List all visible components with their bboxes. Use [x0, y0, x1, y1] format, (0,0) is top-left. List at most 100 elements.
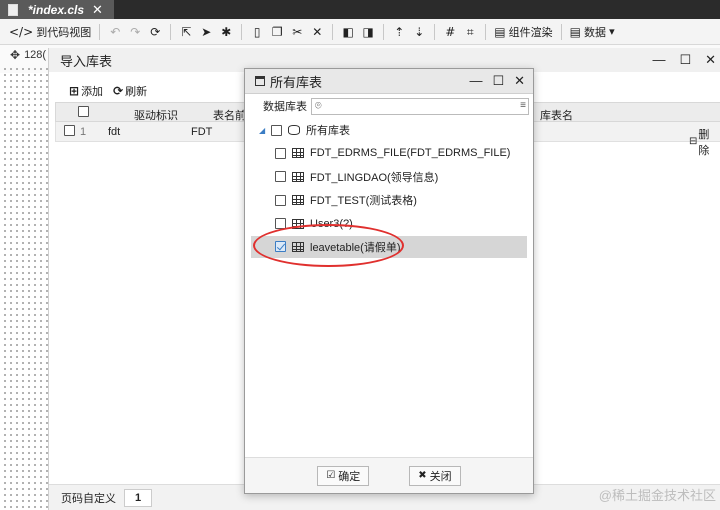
tree-item[interactable]: User3(?): [251, 213, 527, 235]
component-render-button[interactable]: ▤ 组件渲染: [491, 22, 555, 42]
select-all-checkbox[interactable]: [78, 106, 89, 117]
add-button[interactable]: ⊞ 添加: [69, 83, 103, 99]
code-icon: </>: [9, 24, 34, 39]
minimize-icon[interactable]: —: [652, 52, 665, 68]
position-readout: ✥ 128(: [10, 49, 46, 61]
grid-icon: #: [445, 24, 456, 39]
search-input[interactable]: [328, 98, 508, 114]
send-button[interactable]: ➤: [196, 22, 216, 42]
move-up-button[interactable]: ⇡: [389, 22, 409, 42]
copy-button[interactable]: ❐: [267, 22, 287, 42]
position-value: 128(: [24, 49, 47, 61]
tree-item[interactable]: FDT_LINGDAO(领导信息): [251, 166, 527, 188]
data-label: 数据: [584, 26, 607, 39]
close-button[interactable]: ✖ 关闭: [409, 465, 461, 486]
page-icon: ▯: [253, 24, 261, 39]
title-bar: *index.cls ✕: [0, 0, 720, 19]
component-render-label: 组件渲染: [508, 26, 553, 39]
ok-button[interactable]: ☑ 确定: [317, 465, 370, 486]
root-checkbox[interactable]: [271, 124, 282, 136]
check-icon: ☑: [326, 469, 336, 481]
redo-icon: ↷: [130, 24, 141, 39]
chevron-down-icon: ▾: [609, 26, 615, 38]
table-icon: [292, 195, 304, 206]
row-prefix: FDT: [191, 126, 213, 138]
page-input[interactable]: 1: [124, 488, 152, 507]
minus-square-icon: ⊟: [689, 136, 698, 147]
close-label: 关闭: [429, 470, 452, 483]
page-icon: ▤: [494, 24, 506, 39]
plus-square-icon: ⊞: [69, 84, 80, 98]
row-delete-button[interactable]: ⊟ 删除: [689, 126, 720, 158]
refresh-list-button[interactable]: ⟳ 刷新: [113, 83, 147, 99]
import-window-controls: — ☐ ✕: [652, 52, 716, 68]
row-driver: fdt: [108, 126, 121, 138]
tree-root[interactable]: ◢ 所有库表: [251, 119, 527, 141]
debug-button[interactable]: ✱: [216, 22, 236, 42]
export-icon: ⇱: [181, 24, 192, 39]
move-down-button[interactable]: ⇣: [409, 22, 429, 42]
toolbar-separator: [241, 23, 243, 40]
tree-root-label: 所有库表: [306, 125, 350, 137]
to-code-view-button[interactable]: </> 到代码视图: [6, 22, 94, 42]
refresh-button[interactable]: ⟳: [145, 22, 165, 42]
close-tab-icon[interactable]: ✕: [92, 2, 103, 18]
tree-item-selected[interactable]: leavetable(请假单): [251, 235, 527, 258]
close-icon[interactable]: ✕: [514, 73, 525, 89]
import-dialog-title: 导入库表: [60, 53, 113, 69]
toolbar-separator: [383, 23, 385, 40]
undo-icon: ↶: [110, 24, 121, 39]
data-dropdown-button[interactable]: ▤ 数据 ▾: [567, 22, 618, 42]
tree-item[interactable]: FDT_TEST(测试表格): [251, 189, 527, 211]
all-tables-modal: 所有库表 — ☐ ✕ 数据库表 ⌾ ≡ ◢ 所有库表 FDT_EDRMS_FIL…: [244, 68, 534, 494]
column-table-prefix: 表名前: [213, 110, 246, 122]
refresh-icon: ⟳: [150, 24, 161, 39]
table-icon: [292, 148, 304, 159]
tree-item-label: FDT_LINGDAO(领导信息): [310, 171, 439, 184]
cut-button[interactable]: ✂: [287, 22, 307, 42]
tree-item-label: FDT_EDRMS_FILE(FDT_EDRMS_FILE): [310, 147, 511, 160]
grid-button[interactable]: #: [440, 22, 460, 42]
column-db-table-name: 库表名: [540, 110, 573, 122]
export-button[interactable]: ⇱: [176, 22, 196, 42]
send-back-button[interactable]: ◨: [358, 22, 378, 42]
toolbar: </> 到代码视图 ↶ ↷ ⟳ ⇱ ➤ ✱ ▯ ❐ ✂ ✕ ◧ ◨ ⇡ ⇣ # …: [0, 19, 720, 45]
database-icon: [288, 125, 300, 135]
redo-button[interactable]: ↷: [125, 22, 145, 42]
delete-button[interactable]: ✕: [307, 22, 327, 42]
sort-up-icon: ⇡: [394, 24, 405, 39]
bring-front-icon: ◧: [342, 24, 354, 39]
minimize-icon[interactable]: —: [469, 73, 482, 89]
file-tab[interactable]: *index.cls ✕: [0, 0, 114, 19]
toolbar-separator: [99, 23, 101, 40]
tree-item-checkbox[interactable]: [275, 194, 286, 206]
modal-title: 所有库表: [270, 74, 323, 90]
move-icon: ✥: [10, 48, 21, 62]
tree-item-checkbox[interactable]: [275, 171, 286, 183]
menu-icon[interactable]: ≡: [520, 100, 526, 111]
bring-front-button[interactable]: ◧: [338, 22, 358, 42]
undo-button[interactable]: ↶: [105, 22, 125, 42]
maximize-icon[interactable]: ☐: [492, 73, 504, 89]
window-icon: [255, 76, 265, 86]
refresh-label: 刷新: [125, 86, 148, 98]
expand-arrow-icon[interactable]: ◢: [259, 126, 271, 135]
tree-item-label: leavetable(请假单): [310, 241, 401, 254]
watermark: @稀土掘金技术社区: [598, 488, 716, 503]
to-code-view-label: 到代码视图: [36, 26, 92, 39]
close-icon: ✕: [312, 24, 323, 39]
table-tree: ◢ 所有库表 FDT_EDRMS_FILE(FDT_EDRMS_FILE) FD…: [251, 119, 527, 259]
maximize-icon[interactable]: ☐: [679, 52, 691, 68]
new-page-button[interactable]: ▯: [247, 22, 267, 42]
snap-button[interactable]: ⌗: [460, 22, 480, 42]
tree-item-label: FDT_TEST(测试表格): [310, 195, 417, 208]
tree-item-checkbox[interactable]: [275, 218, 286, 230]
column-driver-id: 驱动标识: [134, 110, 178, 122]
search-label: 数据库表: [263, 101, 307, 113]
refresh-icon: ⟳: [113, 84, 124, 98]
tree-item-checkbox[interactable]: [275, 147, 286, 159]
tree-item[interactable]: FDT_EDRMS_FILE(FDT_EDRMS_FILE): [251, 142, 527, 164]
tree-item-checkbox-checked[interactable]: [275, 241, 286, 253]
row-checkbox[interactable]: [64, 125, 75, 136]
close-icon[interactable]: ✕: [705, 52, 716, 68]
